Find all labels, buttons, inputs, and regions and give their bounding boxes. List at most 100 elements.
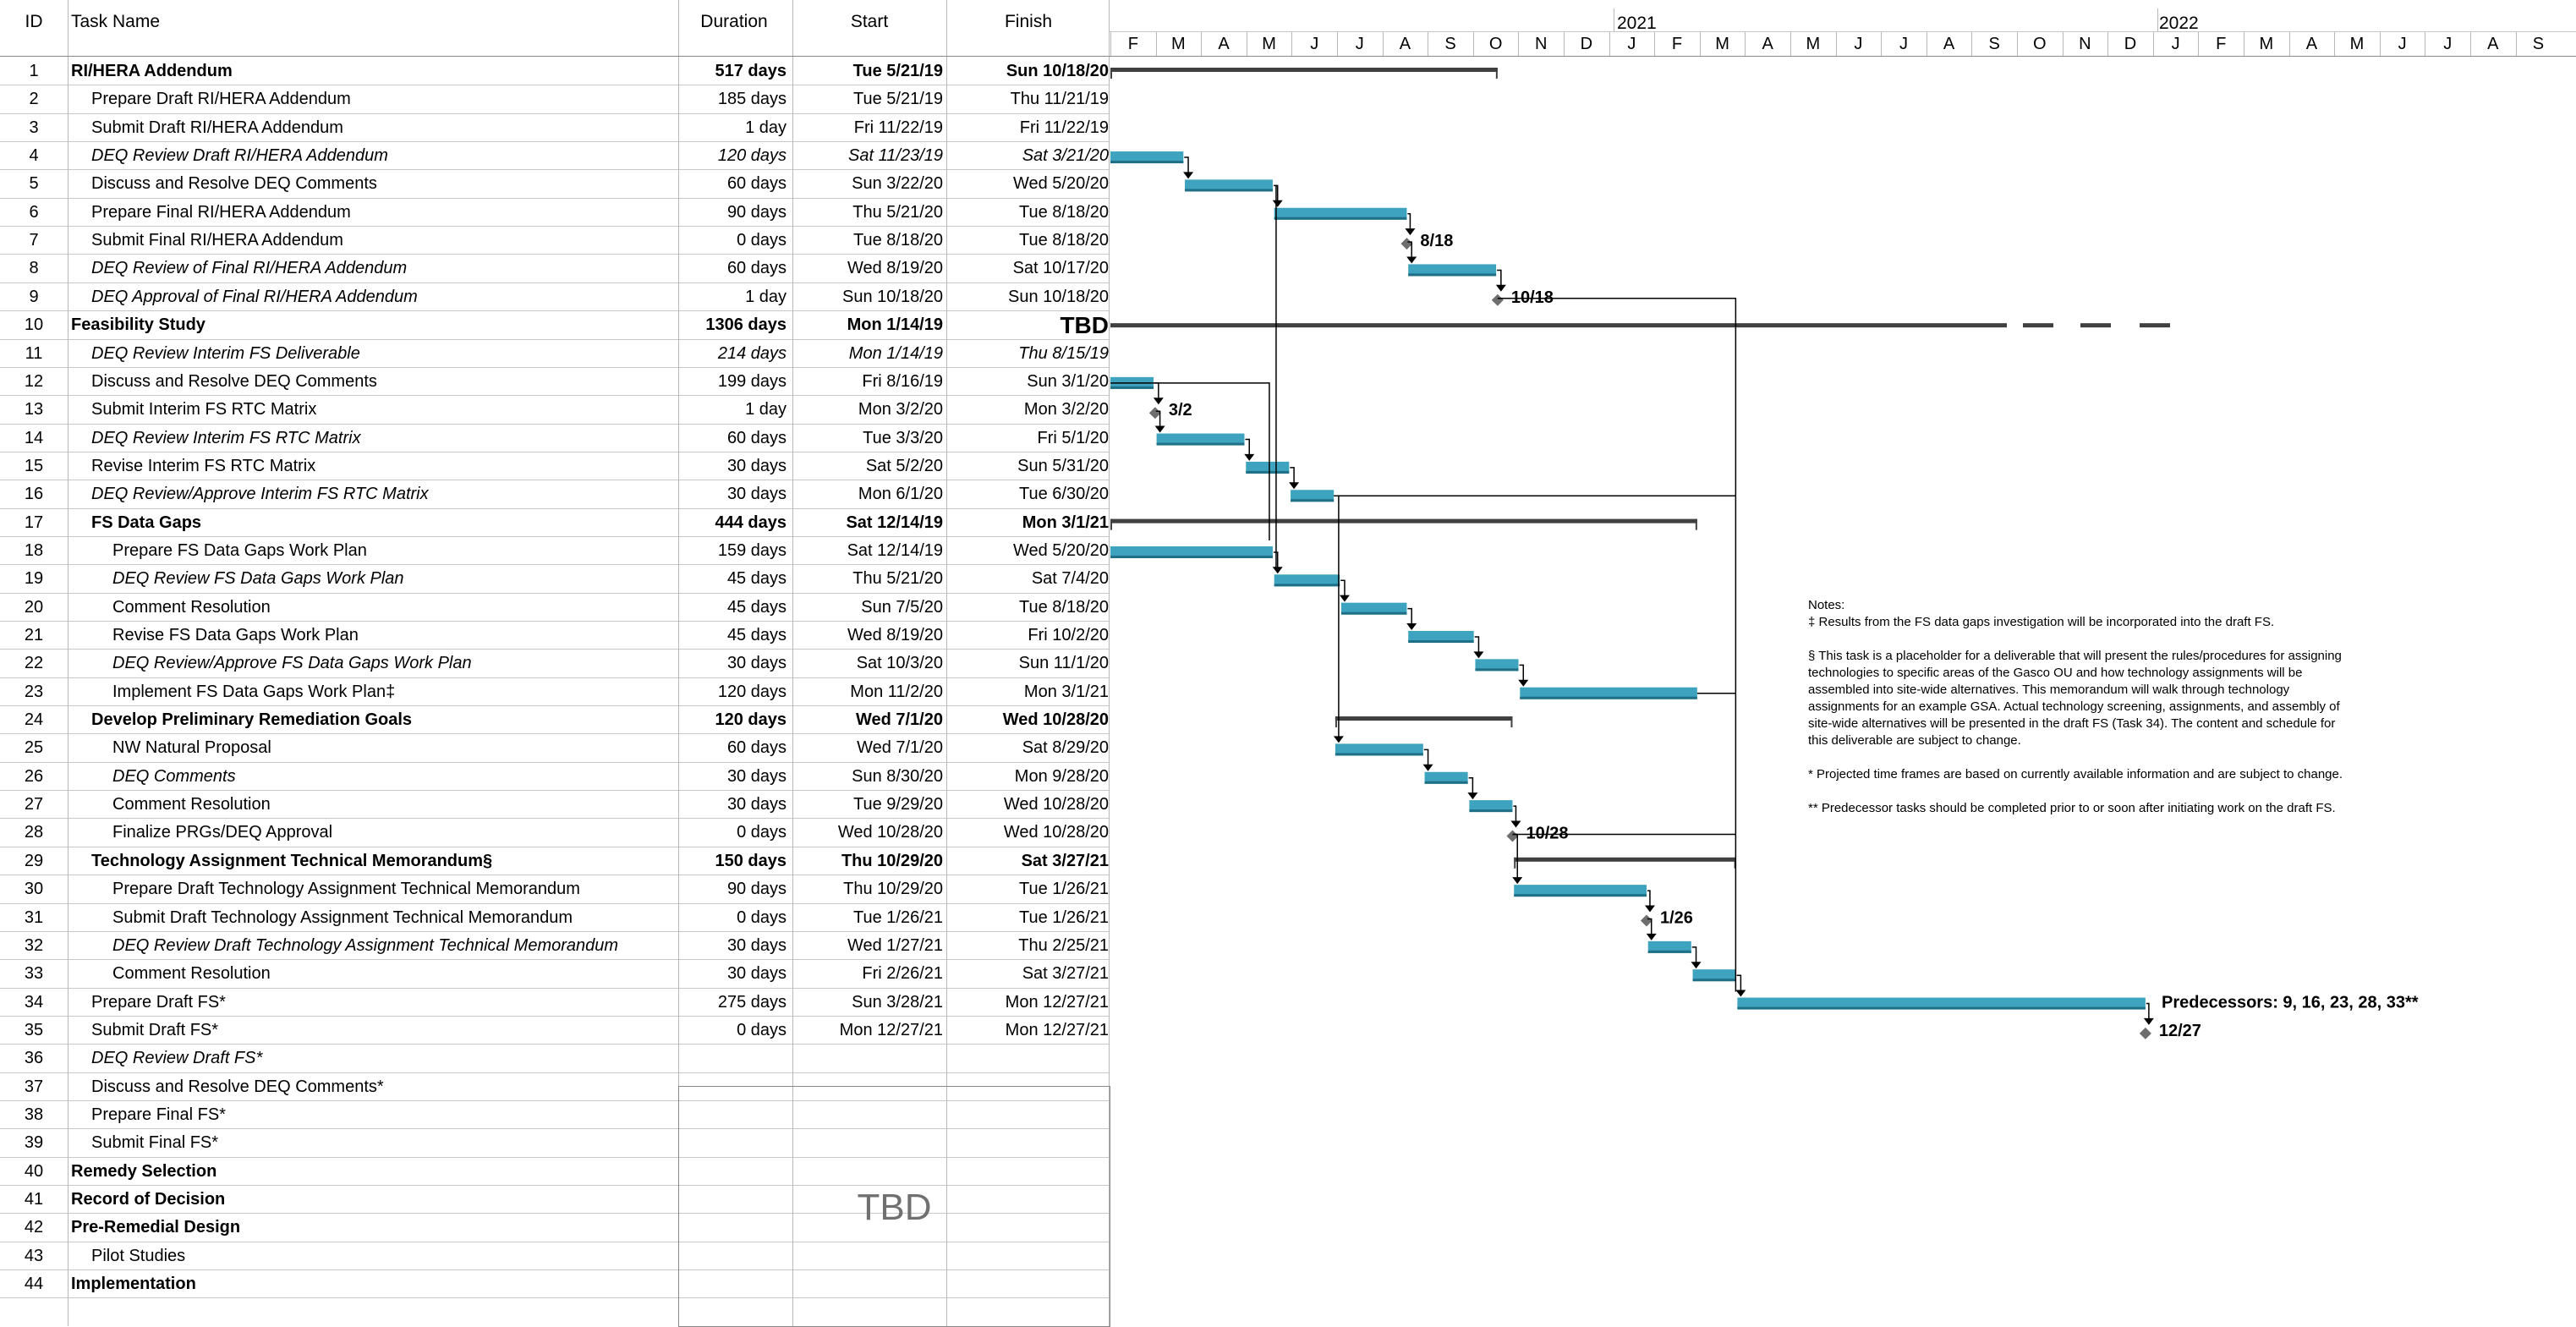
- summary-bar-cap: [1514, 857, 1516, 869]
- dependency-link: [1407, 213, 1411, 231]
- task-bar-shadow: [1110, 161, 1184, 164]
- summary-bar: [1514, 857, 1736, 862]
- dependency-arrow: [1406, 256, 1417, 264]
- dependency-link: [1245, 438, 1250, 456]
- summary-bar-cap: [1335, 716, 1337, 728]
- task-bar-shadow: [1647, 950, 1691, 953]
- dependency-arrow: [1339, 595, 1350, 602]
- task-bar-shadow: [1185, 189, 1273, 192]
- note-4: ** Predecessor tasks should be completed…: [1808, 801, 2336, 815]
- summary-bar: [1110, 68, 1498, 72]
- summary-bar-cap: [1695, 518, 1697, 530]
- notes-title: Notes:: [1808, 598, 1845, 612]
- milestone-diamond: [1640, 914, 1652, 927]
- dependency-arrow: [1333, 736, 1344, 743]
- note-2: § This task is a placeholder for a deliv…: [1808, 649, 2342, 748]
- dependency-arrow: [1510, 820, 1521, 828]
- note-1: ‡ Results from the FS data gaps investig…: [1808, 615, 2275, 629]
- dependency-arrow: [1272, 567, 1283, 574]
- dependency-arrow: [1518, 679, 1529, 687]
- task-bar-shadow: [1475, 668, 1519, 672]
- task-bar-shadow: [1514, 894, 1647, 897]
- summary-bar-cap: [1110, 518, 1112, 530]
- dependency-link: [1290, 467, 1295, 485]
- summary-bar-cap: [1495, 68, 1498, 79]
- note-3: * Projected time frames are based on cur…: [1808, 767, 2343, 781]
- milestone-diamond: [1506, 830, 1519, 842]
- summary-bar: [1110, 518, 1697, 524]
- dependency-link: [1691, 946, 1697, 964]
- task-bar-shadow: [1110, 555, 1273, 558]
- dependency-arrow: [1473, 651, 1484, 659]
- notes-panel: Notes: ‡ Results from the FS data gaps i…: [1808, 597, 2358, 834]
- milestone-diamond: [1400, 238, 1413, 250]
- milestone-label-1-26: 1/26: [1660, 909, 1693, 928]
- milestone-label-10-18: 10/18: [1511, 288, 1554, 307]
- dependency-arrow: [1512, 877, 1523, 885]
- task-bar-shadow: [1520, 696, 1697, 699]
- summary-bar-cap: [1510, 716, 1513, 728]
- task-bar-shadow: [1340, 611, 1407, 615]
- task-bar-shadow: [1424, 781, 1468, 784]
- summary-bar-dash: [2080, 323, 2111, 328]
- task-bar-shadow: [1274, 217, 1407, 220]
- milestone-label-12-27: 12/27: [2159, 1022, 2201, 1040]
- dependency-link: [1423, 748, 1429, 766]
- task-bar-shadow: [1156, 442, 1245, 446]
- dependency-arrow: [1646, 933, 1657, 940]
- dependency-link: [1335, 495, 1340, 738]
- task-bar-shadow: [1291, 499, 1335, 502]
- task-bar-shadow: [1246, 470, 1290, 474]
- dependency-link: [2146, 1002, 2150, 1020]
- tbd-box: TBD: [678, 1086, 1110, 1327]
- dependency-link: [1513, 805, 1517, 823]
- dependency-arrow: [1422, 764, 1433, 771]
- dependency-arrow: [1405, 228, 1416, 236]
- milestone-label-10-28: 10/28: [1526, 824, 1568, 842]
- dependency-link: [1184, 156, 1189, 174]
- task-bar-shadow: [1408, 640, 1474, 643]
- task-bar-shadow: [1408, 273, 1497, 277]
- predecessors-label: Predecessors: 9, 16, 23, 28, 33**: [2162, 994, 2419, 1012]
- dependency-arrow: [1644, 905, 1655, 913]
- dependency-arrow: [1272, 200, 1283, 207]
- dependency-arrow: [1244, 453, 1255, 461]
- task-bar-shadow: [1469, 809, 1513, 813]
- dependency-arrow: [1183, 172, 1194, 179]
- milestone-label-3-2: 3/2: [1169, 401, 1192, 419]
- task-bar-shadow: [1274, 584, 1340, 587]
- task-bar-shadow: [1110, 386, 1154, 389]
- dependency-link: [1647, 890, 1651, 908]
- dependency-link: [1154, 382, 1159, 400]
- dependency-arrow: [1467, 792, 1478, 800]
- dependency-arrow: [1406, 623, 1417, 630]
- summary-bar-dash: [2140, 323, 2170, 328]
- dependency-link: [1407, 607, 1412, 625]
- milestone-label-8-18: 8/18: [1420, 232, 1453, 250]
- dependency-arrow: [1154, 425, 1165, 433]
- dependency-link: [1736, 974, 1742, 992]
- dependency-arrow: [2143, 1017, 2154, 1025]
- milestone-diamond: [2139, 1027, 2151, 1039]
- dependency-link: [1474, 636, 1480, 654]
- dependency-link: [1468, 777, 1474, 795]
- task-bar-shadow: [1692, 979, 1736, 982]
- task-bar-shadow: [1335, 753, 1423, 756]
- milestone-diamond: [1491, 293, 1504, 306]
- dependency-link: [1497, 269, 1502, 287]
- dependency-link: [1513, 833, 1518, 880]
- dependency-arrow: [1691, 962, 1702, 969]
- dependency-arrow: [1289, 482, 1300, 490]
- tbd-label: TBD: [857, 1187, 932, 1228]
- task-bar-shadow: [1737, 1006, 2146, 1010]
- dependency-arrow: [1153, 398, 1164, 405]
- summary-bar-cap: [1110, 68, 1112, 79]
- dependency-arrow: [1735, 990, 1746, 997]
- dependency-arrow: [1495, 284, 1506, 292]
- summary-bar: [1110, 323, 2007, 328]
- dependency-link: [1340, 579, 1346, 597]
- gantt-sheet: ID Task Name Duration Start Finish 2021 …: [0, 0, 2576, 1327]
- summary-bar: [1335, 716, 1513, 721]
- milestone-diamond: [1148, 407, 1161, 419]
- summary-bar-dash: [2023, 323, 2053, 328]
